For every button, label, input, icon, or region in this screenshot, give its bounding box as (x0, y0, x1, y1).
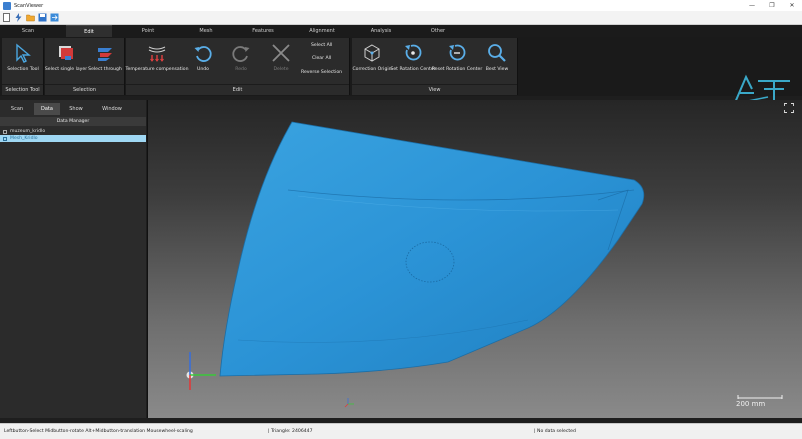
fit-to-screen-icon[interactable] (784, 103, 794, 113)
selection-group: Select single layer Select through Selec… (45, 38, 125, 95)
ribbon-panel: Selection Tool Selection Tool Select sin… (0, 37, 802, 113)
panel-tab-window[interactable]: Window (92, 103, 132, 115)
select-all-button[interactable]: Select All (311, 43, 332, 48)
reverse-selection-button[interactable]: Reverse Selection (301, 70, 342, 75)
set-rotation-center-button[interactable]: Set Rotation Center (390, 42, 436, 72)
tab-other[interactable]: Other (418, 25, 458, 37)
scene-svg (186, 121, 783, 408)
select-single-layer-label: Select single layer (44, 67, 88, 72)
mesh-icon[interactable] (3, 136, 7, 141)
best-view-label: Best View (485, 67, 509, 72)
mesh-wing-shape (219, 121, 645, 377)
status-triangle-count: | Triangle: 2406447 (268, 429, 313, 434)
scale-label: 200 mm (736, 400, 766, 408)
ribbon-tabs: Scan Edit Point Mesh Features Alignment … (0, 25, 802, 37)
reset-rotation-center-button[interactable]: Reset Rotation Center (431, 42, 483, 72)
undo-button[interactable]: Undo (190, 42, 216, 72)
quick-access-toolbar (0, 11, 802, 25)
undo-icon (192, 42, 214, 64)
select-through-button[interactable]: Select through (87, 42, 123, 72)
scanviewer-app: ScanViewer — ❐ ✕ Scan Edit Point Mesh Fe… (0, 0, 802, 439)
tree-item-mesh-kridlo[interactable]: Mesh_Kridlo (0, 135, 146, 142)
view-group: Correction Origin Set Rotation Center Re… (352, 38, 518, 95)
restore-button[interactable]: ❐ (762, 0, 782, 11)
temperature-icon (146, 42, 168, 64)
tab-scan[interactable]: Scan (8, 25, 48, 37)
selection-tool-group: Selection Tool Selection Tool (2, 38, 44, 95)
correction-origin-button[interactable]: Correction Origin (352, 42, 392, 72)
redo-icon (230, 42, 252, 64)
reset-rotation-center-label: Reset Rotation Center (431, 67, 483, 72)
data-manager-header: Data Manager (0, 117, 146, 126)
title-bar: ScanViewer — ❐ ✕ (0, 0, 802, 11)
tree-item-label: muzeum_kridlo (10, 129, 46, 134)
delete-button[interactable]: Delete (268, 42, 294, 72)
mini-axis-icon (344, 398, 354, 408)
status-hint: Leftbutton-Select Midbutton-rotate Alt+M… (4, 429, 193, 434)
delete-x-icon (270, 42, 292, 64)
delete-label: Delete (273, 67, 289, 72)
temperature-compensation-button[interactable]: Temperature compensation (125, 42, 189, 72)
selection-tool-group-label: Selection Tool (2, 84, 43, 95)
rotation-center-icon (402, 42, 424, 64)
tab-mesh[interactable]: Mesh (186, 25, 226, 37)
selection-cursor-icon (12, 42, 34, 64)
status-selection: | No data selected (534, 429, 576, 434)
app-icon (3, 1, 11, 10)
new-file-icon[interactable] (2, 13, 11, 22)
tree-item-muzeum-kridlo[interactable]: muzeum_kridlo (0, 128, 146, 135)
scale-bar-line (737, 395, 783, 399)
tab-edit[interactable]: Edit (66, 25, 112, 37)
minimize-button[interactable]: — (742, 0, 762, 11)
select-through-label: Select through (88, 67, 122, 72)
set-rotation-center-label: Set Rotation Center (390, 67, 436, 72)
temperature-compensation-label: Temperature compensation (125, 67, 189, 72)
save-icon[interactable] (38, 13, 47, 22)
open-folder-icon[interactable] (26, 13, 35, 22)
left-panel: Scan Data Show Window Data Manager muzeu… (0, 100, 146, 418)
correction-origin-label: Correction Origin (352, 67, 392, 72)
clear-all-button[interactable]: Clear All (312, 56, 331, 61)
selection-tool-button[interactable]: Selection Tool (2, 42, 44, 72)
view-group-label: View (352, 84, 517, 95)
selection-tool-label: Selection Tool (7, 67, 39, 72)
magnifier-icon (486, 42, 508, 64)
undo-label: Undo (196, 67, 209, 72)
redo-label: Redo (235, 67, 247, 72)
best-view-button[interactable]: Best View (482, 42, 512, 72)
cube-icon (361, 42, 383, 64)
edit-group: Temperature compensation Undo Redo Delet… (125, 38, 350, 95)
export-icon[interactable] (50, 13, 59, 22)
edit-group-label: Edit (126, 84, 349, 95)
checkbox-icon[interactable] (3, 129, 7, 134)
tab-features[interactable]: Features (242, 25, 284, 37)
reset-rotation-icon (446, 42, 468, 64)
status-bar: Leftbutton-Select Midbutton-rotate Alt+M… (0, 423, 802, 439)
window-controls: — ❐ ✕ (742, 0, 802, 11)
tab-analysis[interactable]: Analysis (360, 25, 402, 37)
panel-tab-show[interactable]: Show (60, 103, 92, 115)
tree-item-label: Mesh_Kridlo (10, 136, 38, 141)
tab-alignment[interactable]: Alignment (300, 25, 344, 37)
tab-point[interactable]: Point (128, 25, 168, 37)
panel-tabs: Scan Data Show Window (0, 103, 146, 115)
panel-tab-data[interactable]: Data (34, 103, 60, 115)
redo-button[interactable]: Redo (228, 42, 254, 72)
panel-tab-scan[interactable]: Scan (0, 103, 34, 115)
3d-viewport[interactable]: 200 mm (147, 100, 802, 418)
close-button[interactable]: ✕ (782, 0, 802, 11)
select-single-layer-button[interactable]: Select single layer (44, 42, 88, 72)
lightning-icon[interactable] (14, 13, 23, 22)
axis-gizmo (186, 352, 216, 390)
select-through-icon (94, 42, 116, 64)
selection-group-label: Selection (45, 84, 124, 95)
single-layer-icon (55, 42, 77, 64)
window-title: ScanViewer (14, 2, 44, 9)
